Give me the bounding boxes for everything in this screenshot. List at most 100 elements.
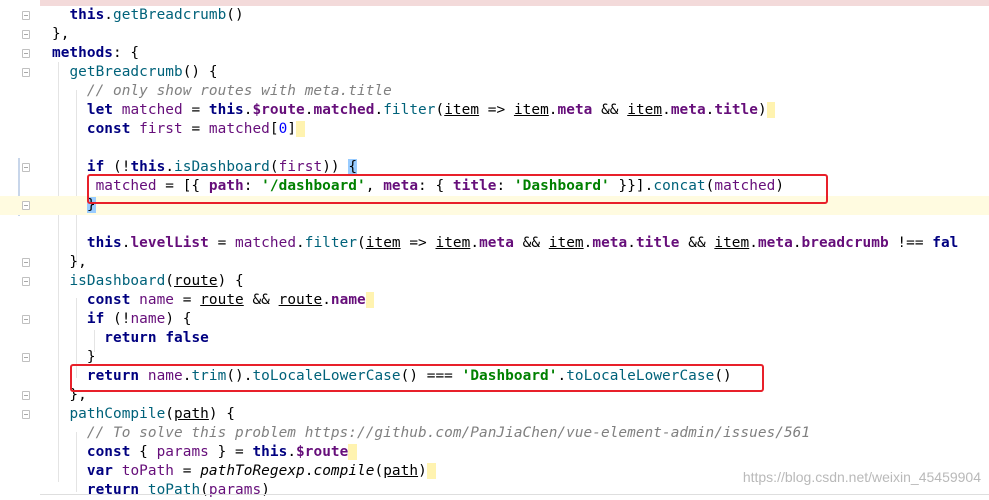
code-token: filter: [304, 235, 358, 251]
code-token: :: [243, 178, 262, 194]
current-line: }: [0, 196, 989, 215]
code-token: =: [182, 102, 209, 118]
code-token: .: [104, 7, 114, 23]
code-line: pathCompile(path) {: [0, 405, 989, 424]
fold-marker[interactable]: [22, 315, 30, 324]
fold-marker[interactable]: [22, 391, 30, 400]
code-token: {: [348, 159, 358, 175]
code-line: return name.trim().toLocaleLowerCase() =…: [0, 367, 989, 386]
code-token: }: [52, 349, 96, 365]
code-token: matched: [208, 121, 270, 137]
code-token: pathCompile: [69, 406, 166, 422]
code-token: name: [130, 311, 166, 327]
code-token: [: [269, 121, 279, 137]
code-token: this: [86, 235, 122, 251]
fold-marker[interactable]: [22, 277, 30, 286]
line-code: this.levelList = matched.filter(item => …: [52, 234, 958, 253]
code-line: const first = matched[0]: [0, 120, 989, 139]
line-code: },: [52, 253, 87, 272]
code-token: !==: [888, 235, 933, 251]
code-token: levelList: [130, 235, 209, 251]
code-token: },: [52, 387, 87, 403]
code-token: ) {: [208, 406, 236, 422]
code-token: .: [792, 235, 802, 251]
code-line: // only show routes with meta.title: [0, 82, 989, 101]
code-line: // To solve this problem https://github.…: [0, 424, 989, 443]
line-code: matched = [{ path: '/dashboard', meta: {…: [52, 177, 784, 196]
code-token: const: [86, 121, 131, 137]
fold-marker[interactable]: [22, 30, 30, 39]
code-token: [296, 121, 305, 137]
code-token: pathToRegexp: [200, 463, 305, 479]
code-token: } =: [208, 444, 253, 460]
code-token: :: [496, 178, 514, 194]
code-line: let matched = this.$route.matched.filter…: [0, 101, 989, 120]
code-token: = [{: [156, 178, 209, 194]
code-token: name: [139, 292, 175, 308]
code-token: matched: [121, 102, 183, 118]
code-token: isDashboard: [69, 273, 166, 289]
code-token: 'Dashboard': [513, 178, 610, 194]
code-token: .: [322, 292, 331, 308]
code-token: false: [165, 330, 209, 346]
code-token: &&: [243, 292, 279, 308]
code-token: },: [52, 26, 70, 42]
code-token: path: [383, 463, 419, 479]
fold-marker[interactable]: [22, 68, 30, 77]
fold-marker[interactable]: [22, 201, 30, 210]
code-token: item: [365, 235, 401, 251]
code-line: matched = [{ path: '/dashboard', meta: {…: [0, 177, 989, 196]
code-token: item: [435, 235, 471, 251]
code-token: meta: [383, 178, 419, 194]
line-code: },: [52, 25, 69, 44]
code-token: ().: [226, 368, 253, 384]
code-line: }: [0, 348, 989, 367]
code-token: (: [165, 273, 175, 289]
code-token: &&: [592, 102, 628, 118]
code-token: .: [749, 235, 758, 251]
fold-marker[interactable]: [22, 163, 30, 172]
code-token: &&: [513, 235, 549, 251]
code-token: let: [86, 102, 114, 118]
code-token: name: [330, 292, 366, 308]
code-token: &&: [679, 235, 715, 251]
code-token: },: [52, 254, 87, 270]
code-token: meta: [757, 235, 793, 251]
fold-marker[interactable]: [22, 410, 30, 419]
code-token: [365, 292, 375, 308]
code-token: compile: [313, 463, 375, 479]
fold-marker[interactable]: [22, 11, 30, 20]
fold-marker[interactable]: [22, 258, 30, 267]
code-token: () ===: [400, 368, 462, 384]
fold-marker[interactable]: [22, 353, 30, 362]
line-code: this.getBreadcrumb(): [52, 6, 244, 25]
code-line: this.levelList = matched.filter(item => …: [0, 234, 989, 253]
code-editor[interactable]: this.getBreadcrumb() }, methods: { getBr…: [0, 0, 989, 498]
fold-marker[interactable]: [22, 49, 30, 58]
code-token: first: [278, 159, 323, 175]
code-line: const { params } = this.$route: [0, 443, 989, 462]
code-token: ): [757, 102, 767, 118]
code-line: },: [0, 25, 989, 44]
line-code: if (!this.isDashboard(first)) {: [52, 158, 358, 177]
code-line: return false: [0, 329, 989, 348]
line-code: return toPath(params): [52, 481, 270, 500]
code-token: item: [627, 102, 663, 118]
code-token: concat: [653, 178, 706, 194]
code-token: toPath: [121, 463, 175, 479]
code-token: .: [287, 444, 297, 460]
code-line: methods: {: [0, 44, 989, 63]
code-token: =: [208, 235, 236, 251]
code-line: if (!this.isDashboard(first)) {: [0, 158, 989, 177]
